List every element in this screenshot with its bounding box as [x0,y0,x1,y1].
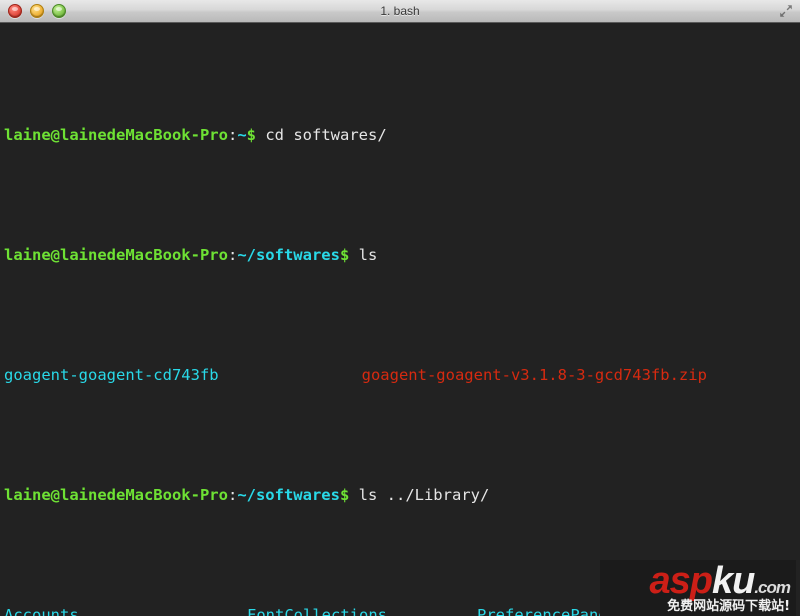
list-item: FontCollections [247,606,387,616]
command-ls: ls [358,246,378,264]
terminal-window: 1. bash laine@lainedeMacBook-Pro:~$ cd s… [0,0,800,616]
terminal-line-cd: laine@lainedeMacBook-Pro:~$ cd softwares… [4,123,800,147]
watermark: aspku.com 免费网站源码下载站! [600,560,796,616]
zoom-button[interactable] [52,4,66,18]
command-cd: cd softwares/ [265,126,387,144]
close-button[interactable] [8,4,22,18]
prompt-colon: : [227,246,238,264]
prompt-user-host: laine@lainedeMacBook-Pro [4,126,228,144]
prompt-sigil: $ [246,126,256,144]
prompt-colon: : [227,126,238,144]
prompt-sigil: $ [339,246,350,264]
listing-archive-goagent-zip: goagent-goagent-v3.1.8-3-gcd743fb.zip [361,366,707,384]
terminal-line-ls-library: laine@lainedeMacBook-Pro:~/softwares$ ls… [4,483,800,507]
prompt-path: ~/softwares [237,246,340,264]
prompt-user-host: laine@lainedeMacBook-Pro [4,486,228,504]
watermark-subtitle: 免费网站源码下载站! [667,599,790,614]
list-item: Accounts [4,606,79,616]
listing-directory-goagent: goagent-goagent-cd743fb [4,366,219,384]
terminal-output[interactable]: laine@lainedeMacBook-Pro:~$ cd softwares… [0,23,800,616]
library-column-2: FontCollections Fonts Fonts Disabled Gam… [247,603,477,616]
title-bar[interactable]: 1. bash [0,0,800,23]
terminal-line-ls-output: goagent-goagent-cd743fb goagent-goagent-v… [4,363,800,387]
fullscreen-icon[interactable] [779,4,793,18]
prompt-user-host: laine@lainedeMacBook-Pro [4,246,228,264]
window-controls [0,4,66,18]
prompt-colon: : [227,486,238,504]
terminal-line-ls: laine@lainedeMacBook-Pro:~/softwares$ ls [4,243,800,267]
prompt-path: ~ [237,126,247,144]
window-title: 1. bash [380,4,420,18]
prompt-path: ~/softwares [237,486,340,504]
library-column-1: Accounts Address Book Plug-Ins Alipay Ap… [4,603,247,616]
minimize-button[interactable] [30,4,44,18]
prompt-sigil: $ [339,486,350,504]
command-ls-library: ls ../Library/ [358,486,490,504]
